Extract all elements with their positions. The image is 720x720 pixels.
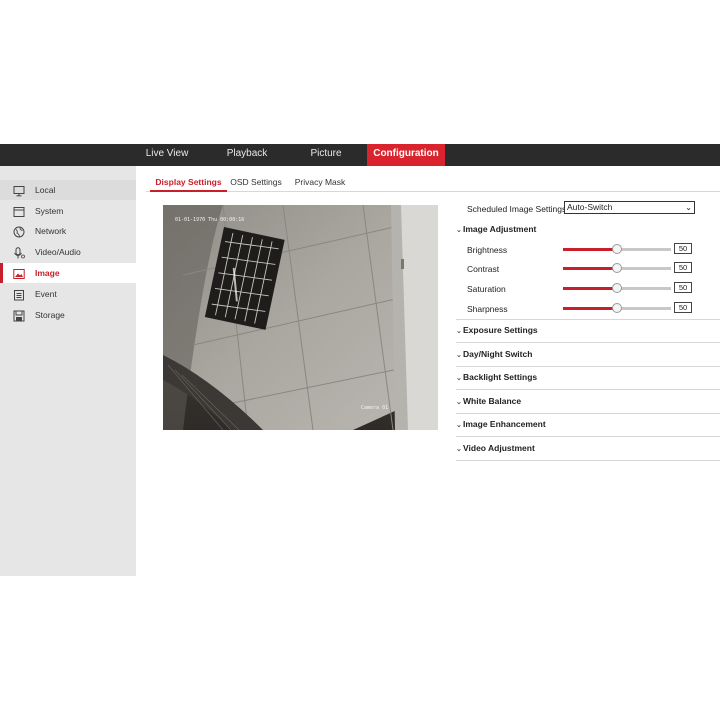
camera-feed-image: [163, 205, 438, 430]
osd-camera-name: Camera 01: [361, 405, 389, 411]
section-title: White Balance: [463, 396, 522, 406]
divider: [456, 342, 720, 343]
sharpness-value[interactable]: 50: [674, 302, 692, 313]
slider-handle[interactable]: [612, 283, 622, 293]
settings-tabs: Display Settings OSD Settings Privacy Ma…: [146, 170, 720, 192]
slider-handle[interactable]: [612, 263, 622, 273]
tab-display-settings[interactable]: Display Settings: [150, 170, 227, 192]
globe-icon: [13, 225, 25, 238]
divider: [456, 319, 720, 320]
sharpness-label: Sharpness: [467, 304, 508, 314]
sidebar-item-label: Image: [35, 268, 60, 278]
slider-handle[interactable]: [612, 244, 622, 254]
chevron-down-icon: ⌄: [456, 328, 462, 335]
saturation-slider[interactable]: [563, 283, 671, 293]
monitor-icon: [13, 184, 25, 197]
chevron-down-icon: ⌄: [456, 375, 462, 382]
section-title: Image Enhancement: [463, 419, 546, 429]
section-exposure-settings[interactable]: ⌄Exposure Settings: [456, 325, 720, 335]
sidebar-item-storage[interactable]: Storage: [0, 305, 136, 325]
section-title: Day/Night Switch: [463, 349, 533, 359]
sidebar-item-label: Event: [35, 289, 57, 299]
image-icon: [13, 267, 25, 279]
sidebar-item-label: System: [35, 206, 64, 216]
calendar-icon: [13, 288, 25, 301]
tab-privacy-mask[interactable]: Privacy Mask: [294, 170, 346, 192]
slider-handle[interactable]: [612, 303, 622, 313]
section-white-balance[interactable]: ⌄White Balance: [456, 396, 720, 406]
section-title: Video Adjustment: [463, 443, 535, 453]
slider-fill: [563, 267, 617, 270]
section-backlight-settings[interactable]: ⌄Backlight Settings: [456, 372, 720, 382]
section-image-adjustment[interactable]: ⌄Image Adjustment: [456, 224, 720, 234]
contrast-slider[interactable]: [563, 263, 671, 273]
brightness-slider[interactable]: [563, 244, 671, 254]
divider: [456, 460, 720, 461]
scheduled-image-settings-label: Scheduled Image Settings: [467, 204, 567, 214]
scheduled-image-settings-select[interactable]: Auto-Switch ⌄: [564, 201, 695, 214]
divider: [456, 366, 720, 367]
nav-playback[interactable]: Playback: [214, 144, 280, 166]
tab-osd-settings[interactable]: OSD Settings: [230, 170, 282, 192]
chevron-down-icon: ⌄: [456, 446, 462, 453]
slider-fill: [563, 307, 617, 310]
sharpness-slider[interactable]: [563, 303, 671, 313]
nav-picture[interactable]: Picture: [296, 144, 356, 166]
microphone-icon: [13, 246, 25, 259]
sidebar-item-image[interactable]: Image: [0, 263, 136, 283]
sidebar-item-label: Storage: [35, 310, 65, 320]
sidebar: Local System Network Video/Audio Image E…: [0, 166, 136, 576]
saturation-label: Saturation: [467, 284, 506, 294]
sidebar-item-label: Video/Audio: [35, 247, 81, 257]
sidebar-item-system[interactable]: System: [0, 201, 136, 221]
section-video-adjustment[interactable]: ⌄Video Adjustment: [456, 443, 720, 453]
chevron-down-icon: ⌄: [685, 203, 692, 212]
contrast-value[interactable]: 50: [674, 262, 692, 273]
section-title: Backlight Settings: [463, 372, 538, 382]
sidebar-item-label: Network: [35, 226, 67, 236]
sidebar-item-network[interactable]: Network: [0, 221, 136, 241]
divider: [456, 413, 720, 414]
brightness-value[interactable]: 50: [674, 243, 692, 254]
slider-fill: [563, 287, 617, 290]
osd-timestamp: 01-01-1970 Thu 00:00:16: [175, 217, 245, 223]
chevron-down-icon: ⌄: [456, 422, 462, 429]
chevron-down-icon: ⌄: [456, 399, 462, 406]
contrast-label: Contrast: [467, 264, 500, 274]
sidebar-item-local[interactable]: Local: [0, 180, 136, 200]
section-image-enhancement[interactable]: ⌄Image Enhancement: [456, 419, 720, 429]
saturation-value[interactable]: 50: [674, 282, 692, 293]
chevron-down-icon: ⌄: [456, 352, 462, 359]
camera-preview[interactable]: 01-01-1970 Thu 00:00:16 Camera 01: [163, 205, 438, 430]
window-icon: [13, 205, 25, 217]
slider-fill: [563, 248, 617, 251]
sidebar-item-label: Local: [35, 185, 56, 195]
sidebar-item-event[interactable]: Event: [0, 284, 136, 304]
chevron-down-icon: ⌄: [456, 227, 462, 234]
sidebar-item-video-audio[interactable]: Video/Audio: [0, 242, 136, 262]
nav-configuration[interactable]: Configuration: [367, 144, 445, 166]
section-title: Exposure Settings: [463, 325, 538, 335]
nav-live-view[interactable]: Live View: [136, 144, 198, 166]
section-day-night-switch[interactable]: ⌄Day/Night Switch: [456, 349, 720, 359]
divider: [456, 436, 720, 437]
disk-icon: [13, 309, 25, 322]
section-title: Image Adjustment: [463, 224, 537, 234]
brightness-label: Brightness: [467, 245, 508, 255]
select-value: Auto-Switch: [567, 202, 613, 212]
divider: [456, 389, 720, 390]
top-navigation-bar: Live View Playback Picture Configuration: [0, 144, 720, 166]
